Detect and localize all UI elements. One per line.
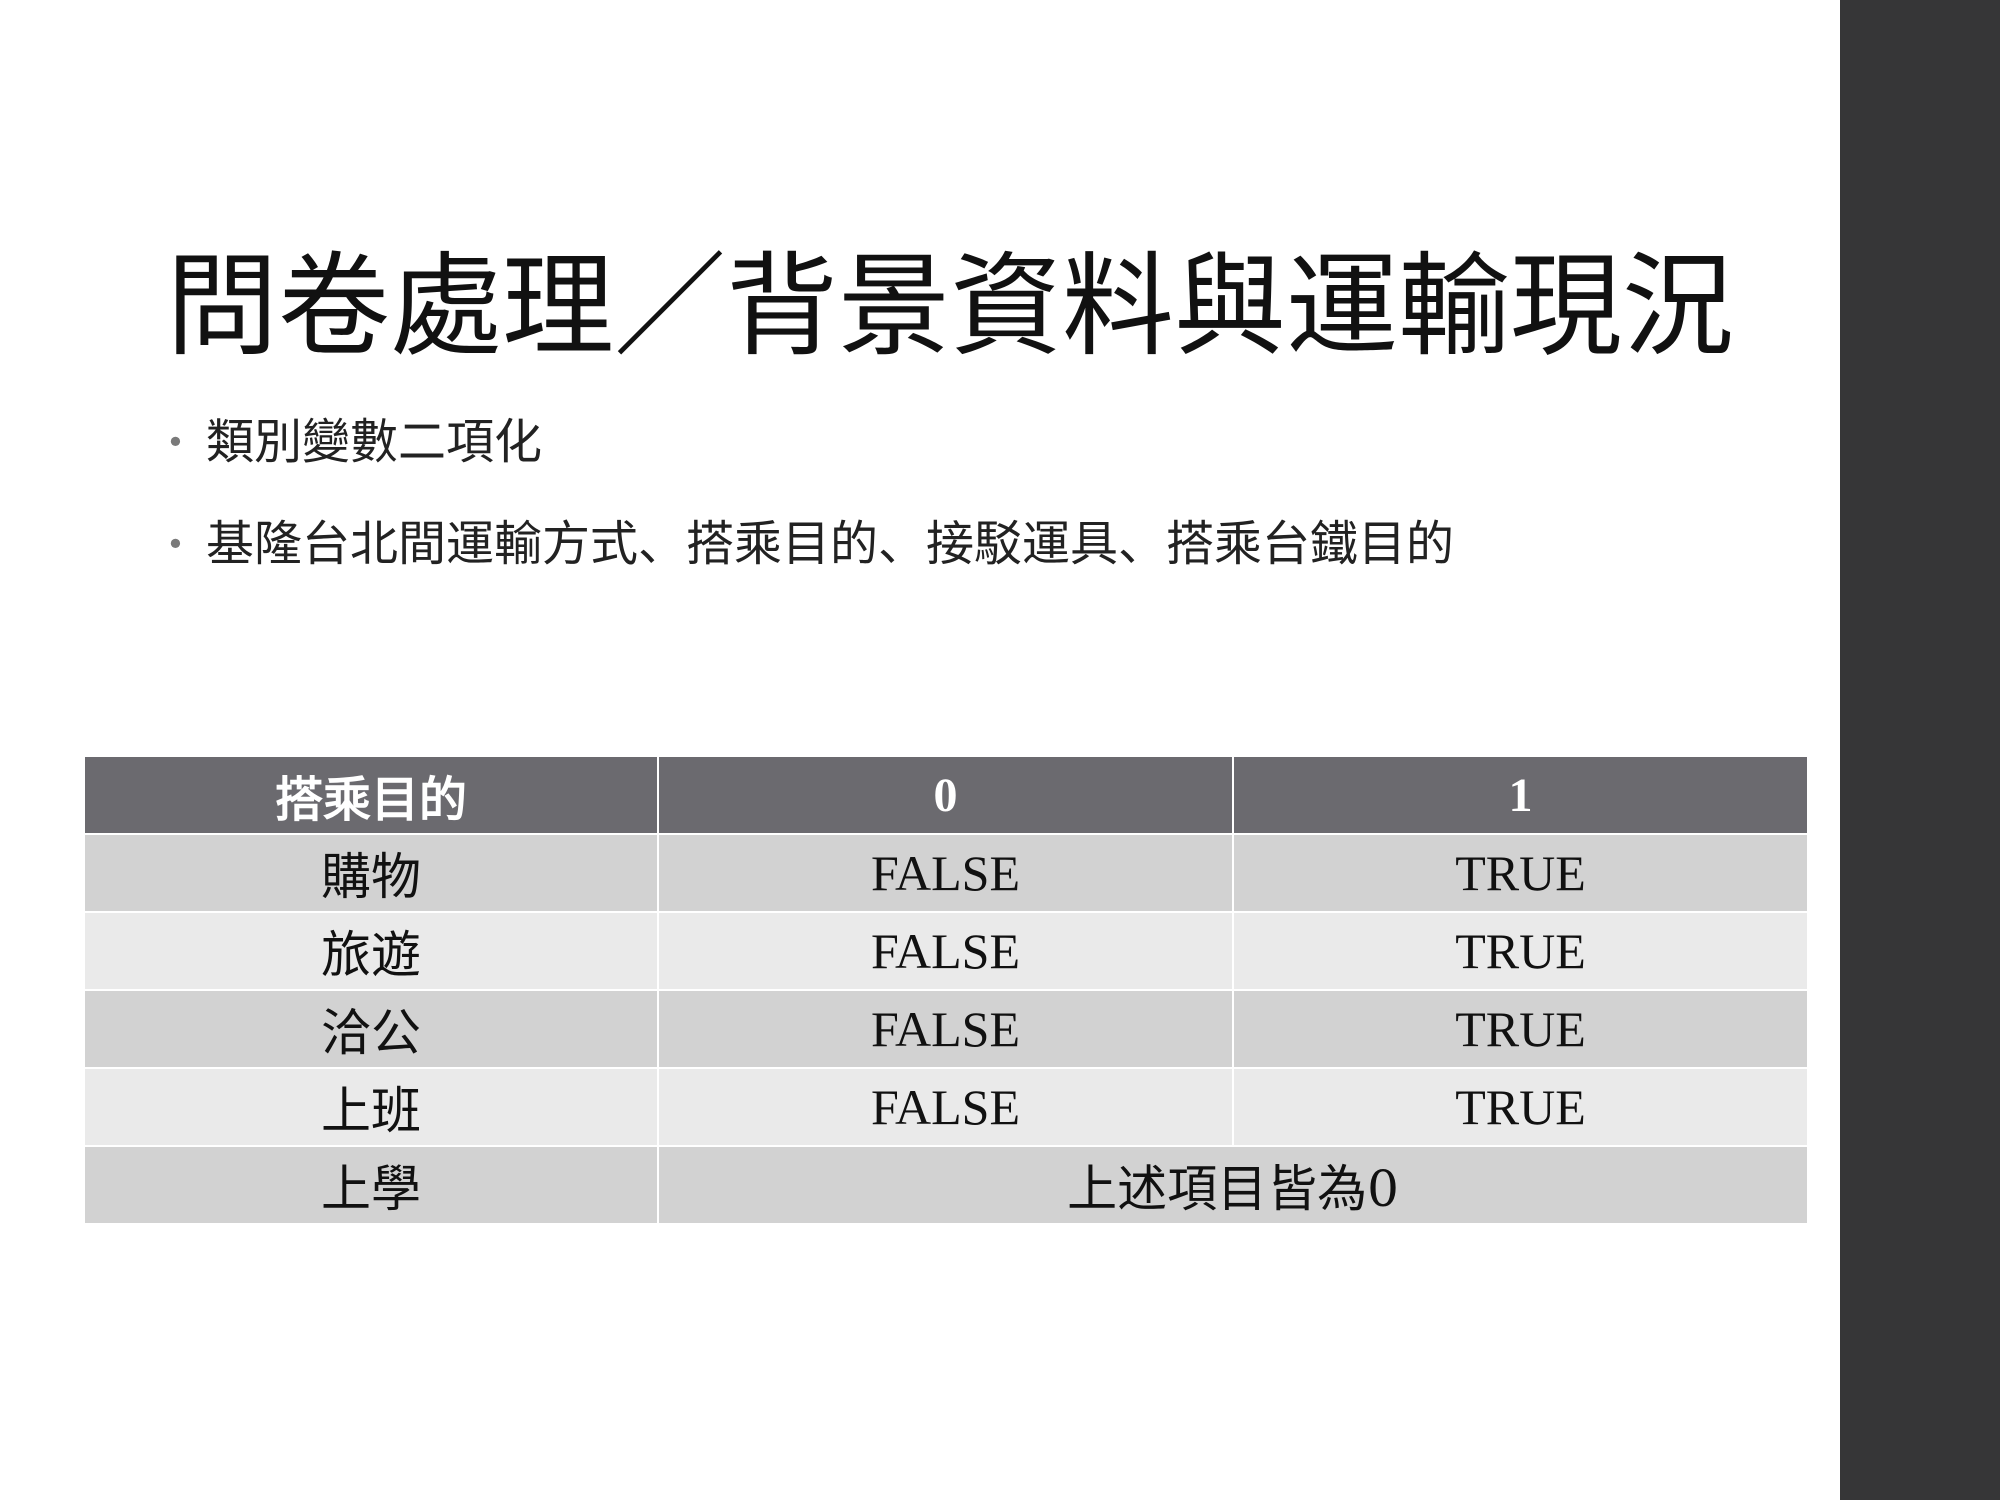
table-row: 旅遊 FALSE TRUE: [83, 911, 1809, 991]
header-zero: 0: [657, 755, 1234, 835]
header-purpose: 搭乘目的: [83, 755, 659, 835]
slide: 問卷處理／背景資料與運輸現況 • 類別變數二項化 • 基隆台北間運輸方式、搭乘目…: [0, 0, 2000, 1500]
bullet-dot-icon: •: [166, 525, 185, 563]
row-label: 洽公: [83, 989, 659, 1069]
cell-one: TRUE: [1232, 833, 1809, 913]
bullet-item: • 基隆台北間運輸方式、搭乘目的、接駁運具、搭乘台鐵目的: [166, 502, 1454, 604]
cell-zero: FALSE: [657, 833, 1234, 913]
table-header-row: 搭乘目的 0 1: [83, 755, 1809, 835]
slide-title: 問卷處理／背景資料與運輸現況: [166, 242, 1734, 372]
table-row: 購物 FALSE TRUE: [83, 833, 1809, 913]
purpose-table: 搭乘目的 0 1 購物 FALSE TRUE 旅遊 FALSE TRUE 洽公 …: [83, 755, 1809, 1225]
bullet-text: 基隆台北間運輸方式、搭乘目的、接駁運具、搭乘台鐵目的: [206, 516, 1455, 572]
row-label: 上學: [83, 1145, 659, 1225]
merged-note-cell: 上述項目皆為0: [657, 1145, 1809, 1225]
table-row: 洽公 FALSE TRUE: [83, 989, 1809, 1069]
cell-one: TRUE: [1232, 1067, 1809, 1147]
cell-one: TRUE: [1232, 989, 1809, 1069]
bullet-list: • 類別變數二項化 • 基隆台北間運輸方式、搭乘目的、接駁運具、搭乘台鐵目的: [166, 400, 1454, 604]
bullet-dot-icon: •: [166, 423, 185, 461]
row-label: 購物: [83, 833, 659, 913]
row-label: 上班: [83, 1067, 659, 1147]
cell-zero: FALSE: [657, 989, 1234, 1069]
side-band: [1840, 0, 2000, 1500]
table-row: 上學 上述項目皆為0: [83, 1145, 1809, 1225]
cell-zero: FALSE: [657, 1067, 1234, 1147]
header-one: 1: [1232, 755, 1809, 835]
cell-zero: FALSE: [657, 911, 1234, 991]
bullet-text: 類別變數二項化: [206, 414, 543, 470]
bullet-item: • 類別變數二項化: [166, 400, 1454, 502]
table-row: 上班 FALSE TRUE: [83, 1067, 1809, 1147]
row-label: 旅遊: [83, 911, 659, 991]
cell-one: TRUE: [1232, 911, 1809, 991]
